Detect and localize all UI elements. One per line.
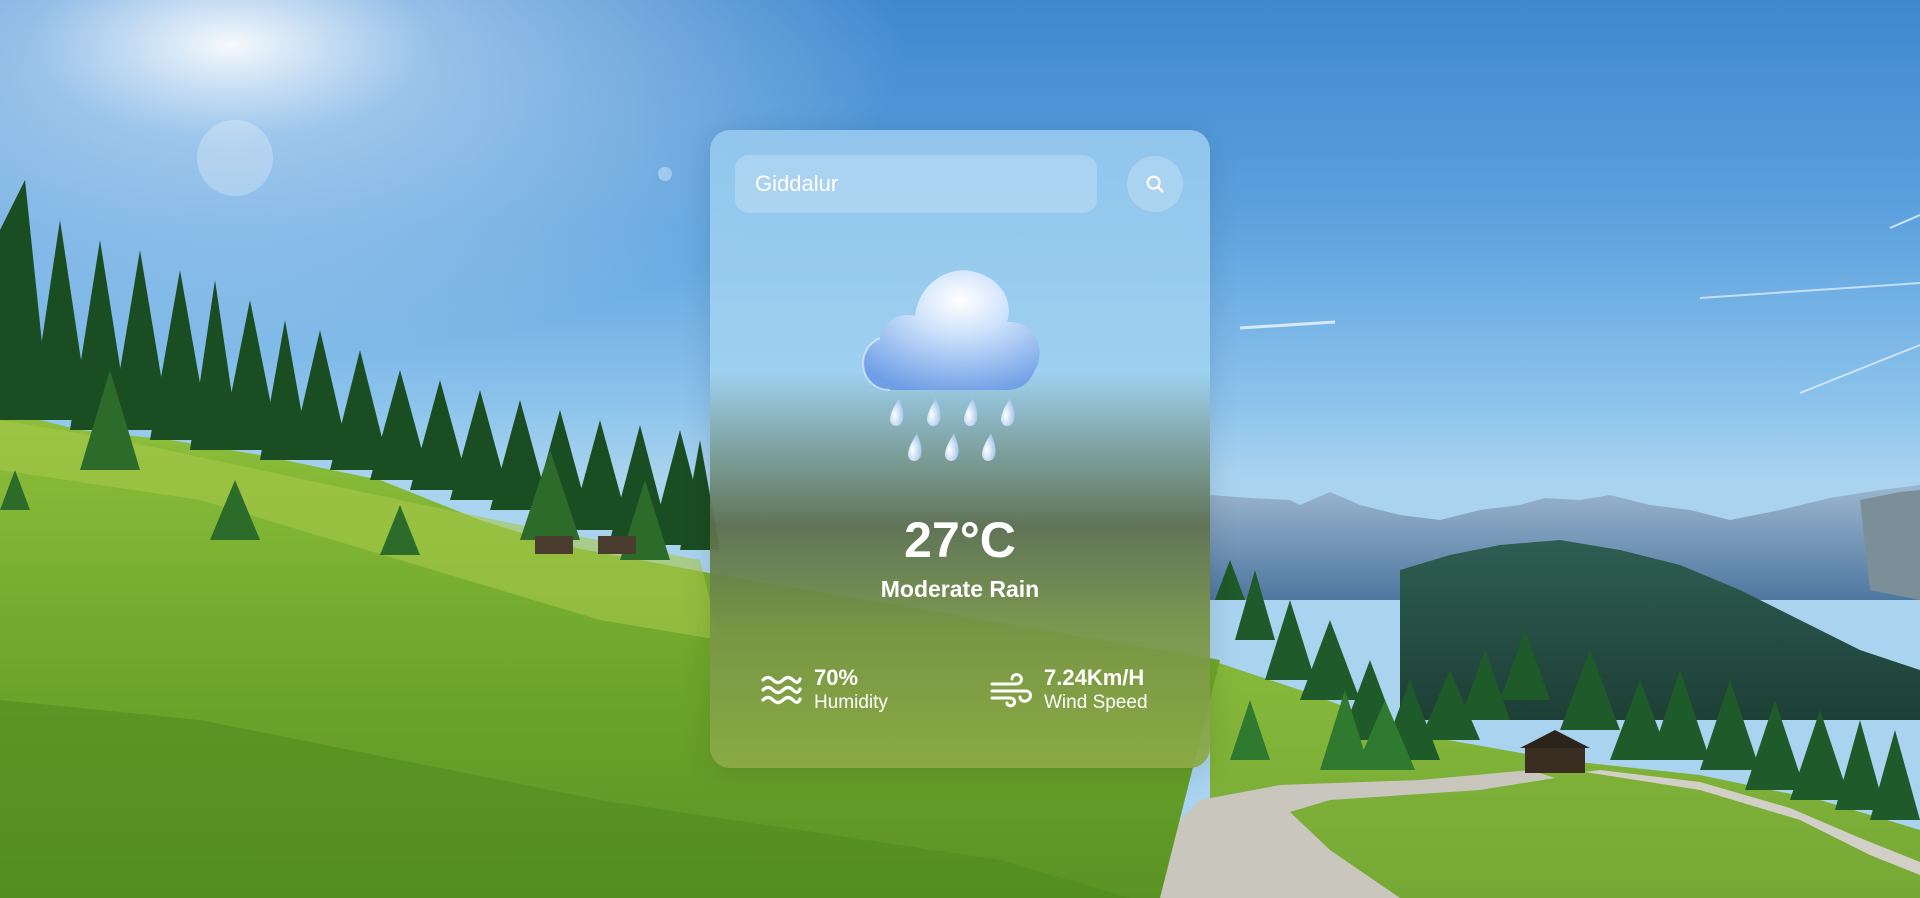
- humidity-value: 70%: [814, 665, 859, 690]
- temperature: 27°C: [904, 512, 1016, 568]
- weather-description: Moderate Rain: [880, 576, 1040, 602]
- weather-card: 27°C Moderate Rain 70% Humidity: [710, 130, 1210, 768]
- search-button[interactable]: [1127, 156, 1183, 212]
- rain-cloud-icon: [862, 270, 1040, 461]
- humidity-text: 70% Humidity: [814, 665, 888, 715]
- wind-text: 7.24Km/H Wind Speed: [1044, 665, 1148, 715]
- wind-icon: [990, 669, 1032, 711]
- city-search-input[interactable]: [735, 155, 1097, 213]
- humidity-stat: 70% Humidity: [760, 665, 888, 715]
- humidity-waves-icon: [760, 669, 802, 711]
- wind-stat: 7.24Km/H Wind Speed: [990, 665, 1148, 715]
- wind-value: 7.24Km/H: [1044, 665, 1145, 690]
- search-icon: [1146, 175, 1164, 193]
- wind-label: Wind Speed: [1044, 692, 1148, 713]
- background-landscape: 27°C Moderate Rain 70% Humidity: [0, 0, 1920, 898]
- humidity-label: Humidity: [814, 692, 888, 713]
